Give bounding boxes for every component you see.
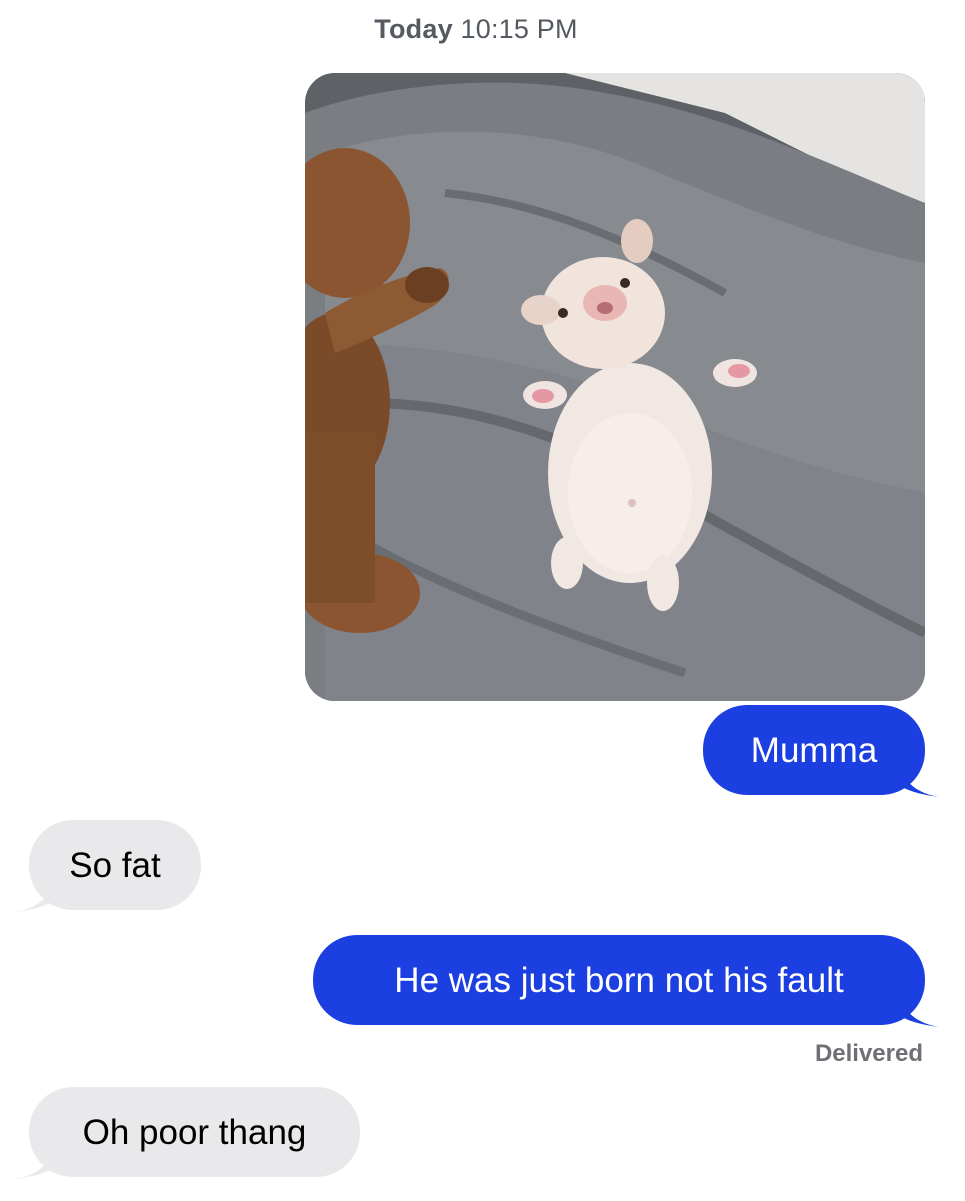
puppy-photo: [305, 73, 925, 701]
bubble-tail: [15, 1143, 55, 1179]
message-text: Mumma: [750, 730, 878, 770]
bubble-tail: [15, 876, 55, 912]
delivery-status: Delivered: [814, 1040, 923, 1067]
photo-attachment[interactable]: [305, 73, 925, 701]
timestamp-time: 10:15 PM: [460, 14, 578, 44]
received-message-bubble[interactable]: Oh poor thang: [15, 1087, 360, 1179]
message-text: Oh poor thang: [82, 1112, 307, 1152]
timestamp-day: Today: [374, 14, 453, 44]
thread-timestamp: Today 10:15 PM: [0, 14, 952, 45]
message-text: So fat: [69, 845, 161, 885]
sent-message-bubble[interactable]: He was just born not his fault: [313, 935, 939, 1027]
received-message-bubble[interactable]: So fat: [15, 820, 201, 912]
sent-message-bubble[interactable]: Mumma: [703, 705, 939, 797]
bubble-tail: [899, 991, 939, 1027]
message-text: He was just born not his fault: [394, 960, 844, 1000]
bubble-tail: [899, 761, 939, 797]
